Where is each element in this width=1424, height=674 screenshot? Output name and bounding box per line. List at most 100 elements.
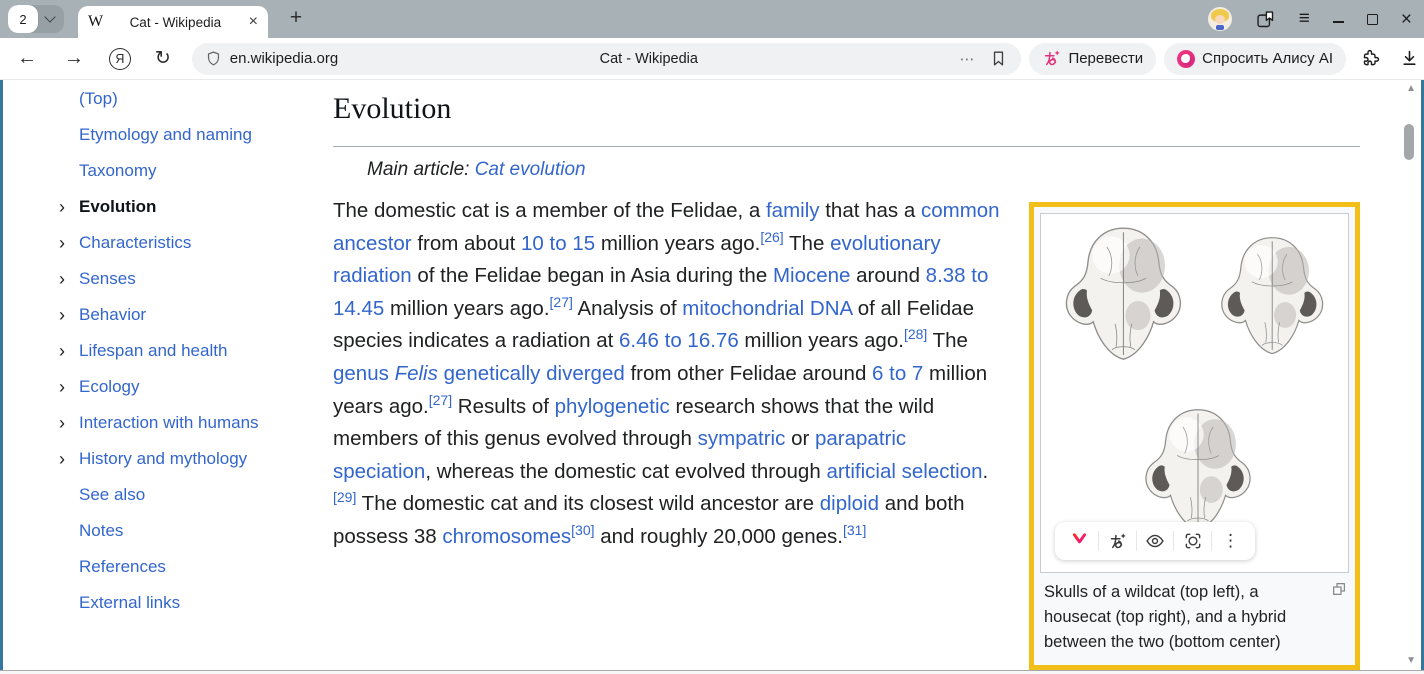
back-button[interactable]: ← xyxy=(17,47,37,70)
chevron-right-icon[interactable]: › xyxy=(59,270,79,288)
article-link[interactable]: mitochondrial DNA xyxy=(682,297,852,320)
view-image-icon[interactable] xyxy=(1137,531,1174,551)
tab-count-badge[interactable]: 2 xyxy=(8,5,38,33)
forward-button[interactable]: → xyxy=(64,47,84,70)
skulls-image[interactable]: ⋮ xyxy=(1040,213,1349,573)
article-text: The domestic cat is a member of the Feli… xyxy=(333,199,766,222)
sidebar-item[interactable]: See also xyxy=(59,477,321,513)
table-of-contents: (Top) Etymology and naming Taxonomy ›Evolut… xyxy=(59,81,321,621)
address-bar[interactable]: en.wikipedia.org Cat - Wikipedia ⋯ xyxy=(192,43,1022,75)
sidebar-item-label: Taxonomy xyxy=(79,161,156,181)
browser-toolbar: ← → Я ↻ en.wikipedia.org Cat - Wikipedia… xyxy=(0,38,1424,80)
sidebar-item[interactable]: Etymology and naming xyxy=(59,117,321,153)
sidebar-item-label: Senses xyxy=(79,269,136,289)
scrollbar-down-arrow[interactable]: ▼ xyxy=(1406,655,1416,666)
translate-image-icon[interactable] xyxy=(1099,532,1136,551)
sidebar-item-label: References xyxy=(79,557,166,577)
sidebar-item[interactable]: ›Ecology xyxy=(59,369,321,405)
article-link[interactable]: phylogenetic xyxy=(555,395,670,418)
chevron-right-icon[interactable]: › xyxy=(59,306,79,324)
translate-label: Перевести xyxy=(1068,50,1143,67)
sidebar-item[interactable]: (Top) xyxy=(59,81,321,117)
maximize-button[interactable] xyxy=(1367,14,1378,25)
article-link[interactable]: Felis xyxy=(395,362,438,385)
menu-icon[interactable]: ≡ xyxy=(1299,8,1310,30)
reference-link[interactable]: [27] xyxy=(550,294,573,310)
chevron-right-icon[interactable]: › xyxy=(59,342,79,360)
downloads-icon[interactable] xyxy=(1399,48,1420,69)
article-text: around xyxy=(850,264,925,287)
chevron-right-icon[interactable]: › xyxy=(59,414,79,432)
article-link[interactable]: 6.46 to 16.76 xyxy=(619,329,739,352)
highlighted-figure[interactable]: ⋮ Skulls of a wildcat (top left), a hous… xyxy=(1029,202,1360,670)
chevron-right-icon[interactable]: › xyxy=(59,450,79,468)
sidebar-item[interactable]: ›Senses xyxy=(59,261,321,297)
scrollbar-up-arrow[interactable]: ▲ xyxy=(1406,83,1416,94)
yandex-home-button[interactable]: Я xyxy=(109,48,131,70)
reference-link[interactable]: [31] xyxy=(843,522,866,538)
chevron-right-icon[interactable]: › xyxy=(59,378,79,396)
reference-link[interactable]: [28] xyxy=(904,327,927,343)
close-button[interactable]: × xyxy=(1401,10,1412,29)
sidebar-item-label: Etymology and naming xyxy=(79,125,252,145)
address-more-icon[interactable]: ⋯ xyxy=(959,50,975,68)
sidebar-item[interactable]: ›Behavior xyxy=(59,297,321,333)
image-more-menu-icon[interactable]: ⋮ xyxy=(1212,531,1249,551)
scrollbar-thumb[interactable] xyxy=(1404,124,1414,160)
url-text[interactable]: en.wikipedia.org xyxy=(230,50,338,67)
extensions-icon[interactable] xyxy=(1361,48,1382,69)
ask-alice-button[interactable]: Спросить Алису AI xyxy=(1164,43,1346,75)
article-link[interactable]: Miocene xyxy=(773,264,851,287)
tab-counter[interactable]: 2 xyxy=(8,5,64,33)
new-tab-button[interactable]: + xyxy=(282,4,310,32)
enlarge-icon[interactable] xyxy=(1331,581,1347,597)
sidebar-item[interactable]: ›Characteristics xyxy=(59,225,321,261)
chevron-right-icon[interactable]: › xyxy=(59,198,79,216)
article-link[interactable]: genus xyxy=(333,362,389,385)
site-security-shield-icon[interactable] xyxy=(205,50,222,67)
article-link[interactable]: artificial selection xyxy=(826,460,982,483)
profile-avatar[interactable] xyxy=(1208,7,1232,31)
article-link[interactable]: chromosomes xyxy=(442,525,571,548)
article-link[interactable]: diploid xyxy=(820,492,879,515)
sidebar-item[interactable]: ›History and mythology xyxy=(59,441,321,477)
hatnote-link[interactable]: Cat evolution xyxy=(475,159,586,180)
article-text: , whereas the domestic cat evolved throu… xyxy=(425,460,826,483)
minimize-button[interactable] xyxy=(1333,15,1344,23)
chevron-right-icon[interactable]: › xyxy=(59,234,79,252)
article-link[interactable]: 6 to 7 xyxy=(872,362,923,385)
sidebar-item-label: Interaction with humans xyxy=(79,413,259,433)
reference-link[interactable]: [30] xyxy=(571,522,594,538)
sidebar-item[interactable]: References xyxy=(59,549,321,585)
reference-link[interactable]: [29] xyxy=(333,490,356,506)
tab-title: Cat - Wikipedia xyxy=(108,15,243,30)
translate-icon xyxy=(1042,49,1061,68)
reference-link[interactable]: [26] xyxy=(760,229,783,245)
yandex-search-image-icon[interactable] xyxy=(1061,532,1098,551)
article-paragraph: The domestic cat is a member of the Feli… xyxy=(333,195,1009,554)
article-link[interactable]: family xyxy=(766,199,820,222)
refresh-button[interactable]: ↻ xyxy=(155,47,171,70)
hatnote: Main article: Cat evolution xyxy=(367,159,1360,181)
article-link[interactable]: genetically diverged xyxy=(444,362,625,385)
hatnote-prefix: Main article: xyxy=(367,159,475,180)
sidebar-item[interactable]: ›Lifespan and health xyxy=(59,333,321,369)
alice-label: Спросить Алису AI xyxy=(1202,50,1333,67)
tab-close-icon[interactable]: × xyxy=(243,13,258,31)
sidebar-item[interactable]: ›Evolution xyxy=(59,189,321,225)
translate-button[interactable]: Перевести xyxy=(1029,43,1156,75)
search-by-image-icon[interactable] xyxy=(1174,531,1211,551)
article-text: of the Felidae began in Asia during the xyxy=(412,264,773,287)
bookmark-icon[interactable] xyxy=(989,49,1008,68)
side-panel-icon[interactable] xyxy=(1255,9,1276,30)
sidebar-item[interactable]: ›Interaction with humans xyxy=(59,405,321,441)
article-link[interactable]: sympatric xyxy=(698,427,786,450)
article-text: The xyxy=(784,232,830,255)
sidebar-item[interactable]: External links xyxy=(59,585,321,621)
article-link[interactable]: 10 to 15 xyxy=(521,232,595,255)
sidebar-item[interactable]: Notes xyxy=(59,513,321,549)
browser-tab[interactable]: W Cat - Wikipedia × xyxy=(78,6,268,38)
article-text: million years ago. xyxy=(384,297,549,320)
reference-link[interactable]: [27] xyxy=(429,392,452,408)
sidebar-item[interactable]: Taxonomy xyxy=(59,153,321,189)
